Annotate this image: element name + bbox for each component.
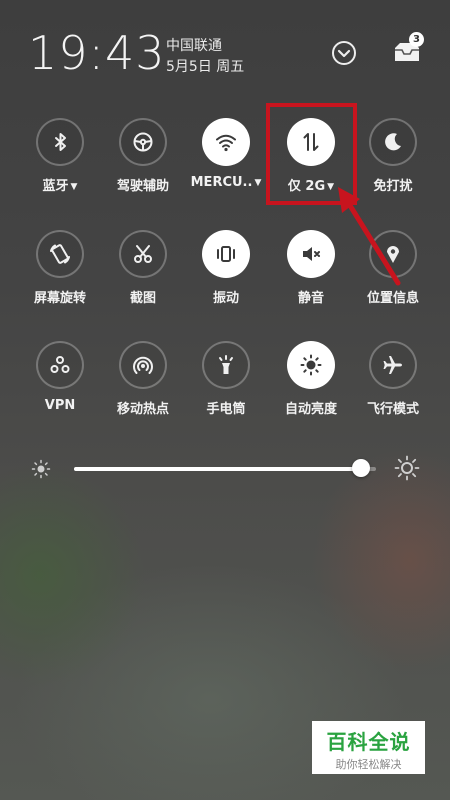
brightness-low-icon — [31, 459, 51, 479]
auto-brightness-icon — [300, 354, 322, 376]
clock: 19:43 — [28, 26, 166, 80]
toggle-label: 振动 — [212, 291, 239, 306]
toggle-button[interactable] — [202, 341, 250, 389]
carrier-name: 中国联通 — [166, 38, 222, 54]
screen-rotation-icon — [50, 244, 70, 264]
chevron-down-icon[interactable] — [331, 40, 357, 66]
toggle-vibrate[interactable]: 振动 — [183, 230, 269, 306]
toggle-button[interactable] — [36, 118, 84, 166]
mute-icon — [303, 247, 320, 261]
toggle-label: MERCU.. — [190, 175, 253, 190]
toggle-auto-brightness[interactable]: 自动亮度 — [268, 341, 354, 417]
toggle-button[interactable] — [202, 230, 250, 278]
bluetooth-icon — [55, 133, 66, 151]
toggle-button[interactable] — [369, 341, 417, 389]
toggle-wifi[interactable]: MERCU.. ▼ — [183, 118, 269, 190]
toggle-vpn[interactable]: VPN — [17, 341, 103, 413]
annotation-arrow — [338, 187, 401, 286]
toggle-button[interactable] — [202, 118, 250, 166]
toggle-label: VPN — [44, 398, 76, 413]
toggle-moon[interactable]: 免打扰 — [350, 118, 436, 194]
hotspot-icon — [133, 356, 153, 374]
brightness-fill — [74, 467, 361, 471]
toggle-bluetooth[interactable]: 蓝牙 ▼ — [17, 118, 103, 194]
toggle-button[interactable] — [119, 341, 167, 389]
toggle-label: 手电筒 — [206, 402, 246, 417]
toggle-label: 自动亮度 — [284, 402, 337, 417]
wifi-icon — [216, 134, 236, 152]
toggle-label: 位置信息 — [366, 291, 419, 306]
toggle-label: 屏幕旋转 — [33, 291, 86, 306]
vpn-icon — [50, 356, 70, 373]
steering-wheel-icon — [133, 132, 153, 152]
dropdown-caret-icon[interactable]: ▼ — [71, 182, 78, 192]
toggle-scissors[interactable]: 截图 — [100, 230, 186, 306]
brightness-thumb[interactable] — [352, 459, 370, 477]
scissors-icon — [134, 245, 152, 263]
toggle-button[interactable] — [369, 118, 417, 166]
toggle-button[interactable] — [287, 230, 335, 278]
toggle-label: 驾驶辅助 — [116, 179, 169, 194]
toggle-button[interactable] — [287, 341, 335, 389]
watermark-logo: 百科全说 助你轻松解决 — [312, 721, 425, 774]
dropdown-caret-icon[interactable]: ▼ — [254, 178, 261, 188]
toggle-button[interactable] — [36, 341, 84, 389]
toggle-airplane[interactable]: 飞行模式 — [350, 341, 436, 417]
toggle-label: 移动热点 — [116, 402, 169, 417]
flashlight-icon — [219, 355, 233, 374]
toggle-screen-rotation[interactable]: 屏幕旋转 — [17, 230, 103, 306]
toggle-label: 截图 — [129, 291, 156, 306]
toggle-label: 蓝牙 — [42, 179, 69, 194]
toggle-steering-wheel[interactable]: 驾驶辅助 — [100, 118, 186, 194]
watermark-title: 百科全说 — [326, 730, 411, 754]
toggle-hotspot[interactable]: 移动热点 — [100, 341, 186, 417]
vibrate-icon — [217, 246, 235, 262]
brightness-high-icon — [394, 455, 420, 481]
watermark-subtitle: 助你轻松解决 — [335, 758, 402, 771]
toggle-flashlight[interactable]: 手电筒 — [183, 341, 269, 417]
toggle-button[interactable] — [119, 118, 167, 166]
moon-icon — [385, 133, 401, 151]
toggle-label: 飞行模式 — [366, 402, 419, 417]
toggle-button[interactable] — [119, 230, 167, 278]
date: 5月5日 周五 — [166, 59, 245, 75]
toggle-button[interactable] — [36, 230, 84, 278]
toggle-label: 静音 — [297, 291, 324, 306]
notification-badge: 3 — [409, 32, 424, 47]
airplane-icon — [383, 356, 402, 374]
